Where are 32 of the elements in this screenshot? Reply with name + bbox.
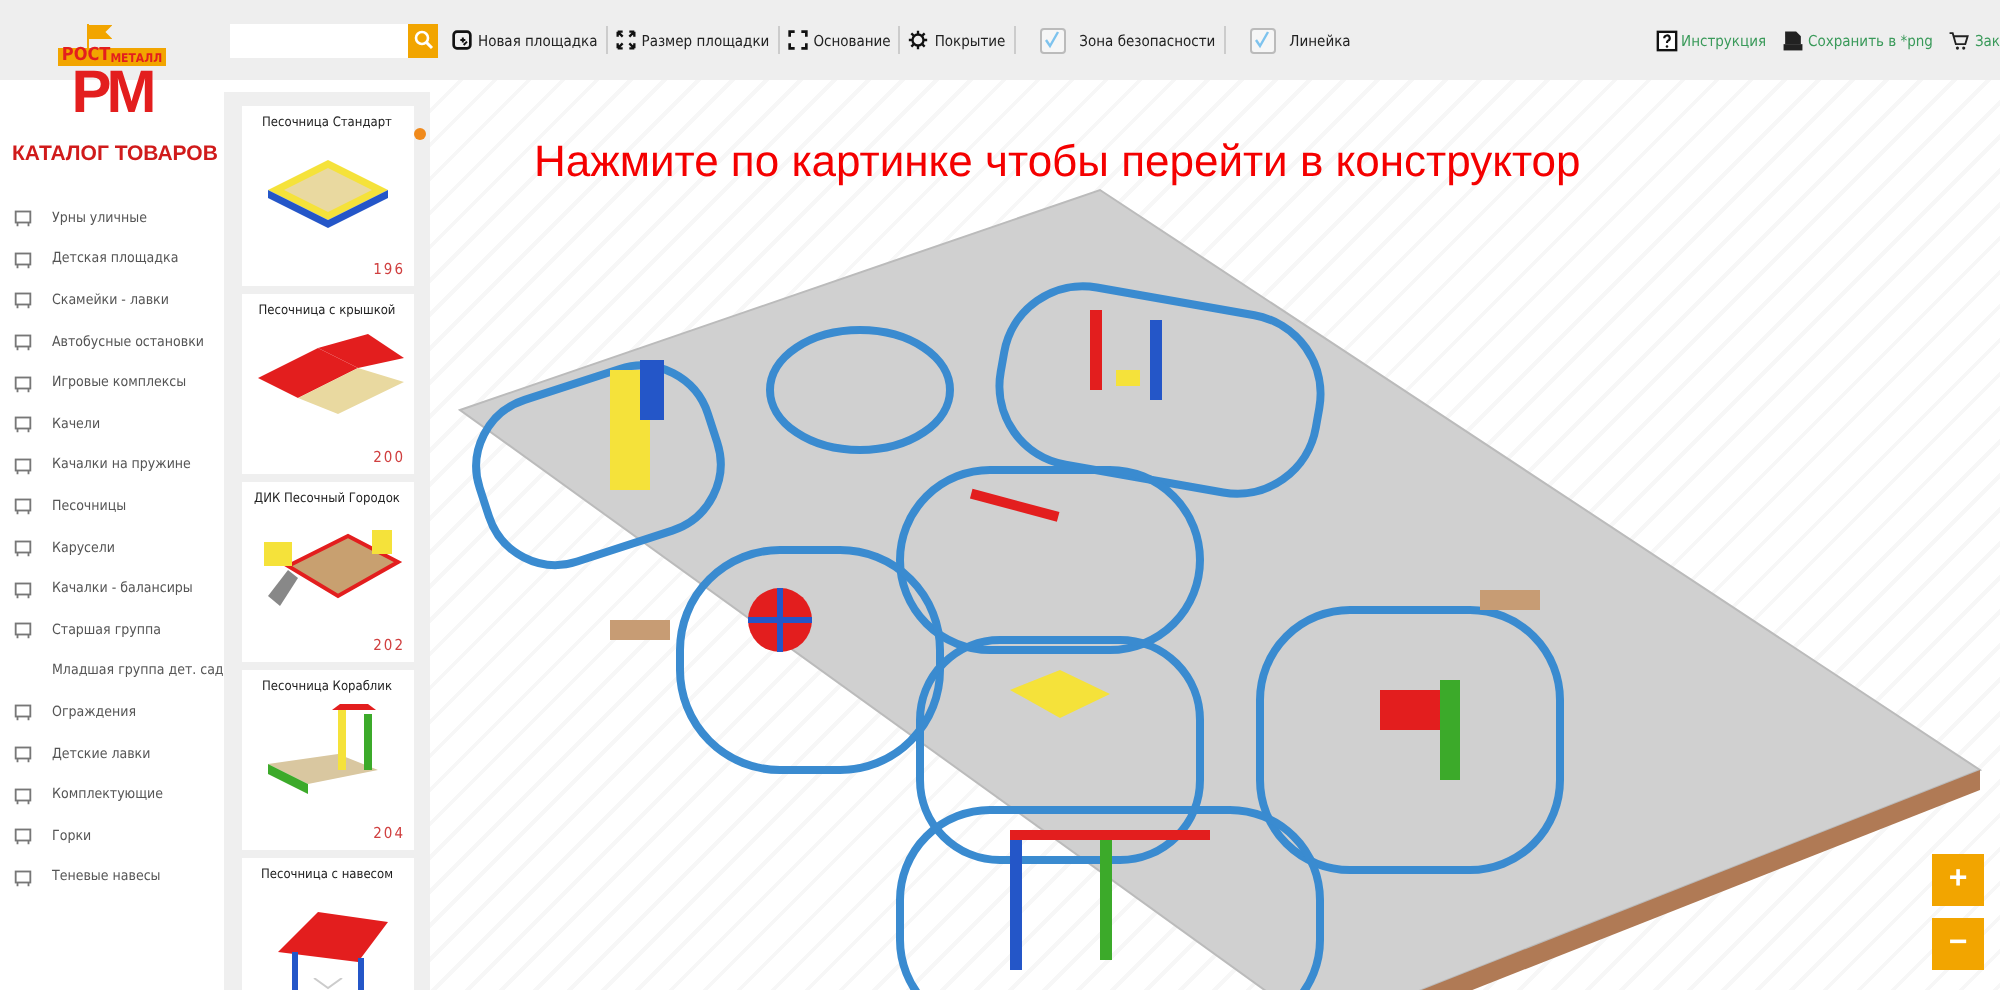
catalog-title: КАТАЛОГ ТОВАРОВ	[10, 139, 220, 165]
category-icon	[12, 247, 34, 270]
category-icon	[12, 618, 34, 641]
file-icon	[1782, 29, 1805, 51]
instruction-text: Нажмите по картинке чтобы перейти в конструктор	[534, 136, 1581, 188]
category-icon	[12, 536, 34, 559]
category-icon	[12, 700, 34, 723]
search-field[interactable]	[230, 23, 408, 57]
category-icon	[12, 494, 34, 517]
category-icon	[12, 412, 34, 435]
expand-icon	[615, 30, 636, 50]
category-icon	[12, 330, 34, 353]
category-icon	[12, 742, 34, 765]
category-icon	[12, 371, 34, 394]
search-button[interactable]	[408, 23, 438, 57]
search-icon	[413, 30, 433, 50]
category-icon	[12, 865, 34, 888]
add-icon	[452, 30, 472, 50]
gear-icon	[908, 30, 929, 50]
category-icon	[12, 288, 34, 311]
checkbox[interactable]	[1249, 27, 1276, 53]
category-icon	[12, 206, 34, 229]
category-icon	[12, 824, 34, 847]
status-dot	[414, 128, 426, 140]
cart-icon	[1948, 29, 1971, 51]
question-icon	[1655, 29, 1678, 51]
category-icon	[12, 577, 34, 600]
category-icon	[12, 783, 34, 806]
chevron-down-icon[interactable]	[311, 978, 343, 990]
checkbox[interactable]	[1039, 27, 1066, 53]
category-icon	[12, 453, 34, 476]
frame-icon	[787, 30, 808, 50]
